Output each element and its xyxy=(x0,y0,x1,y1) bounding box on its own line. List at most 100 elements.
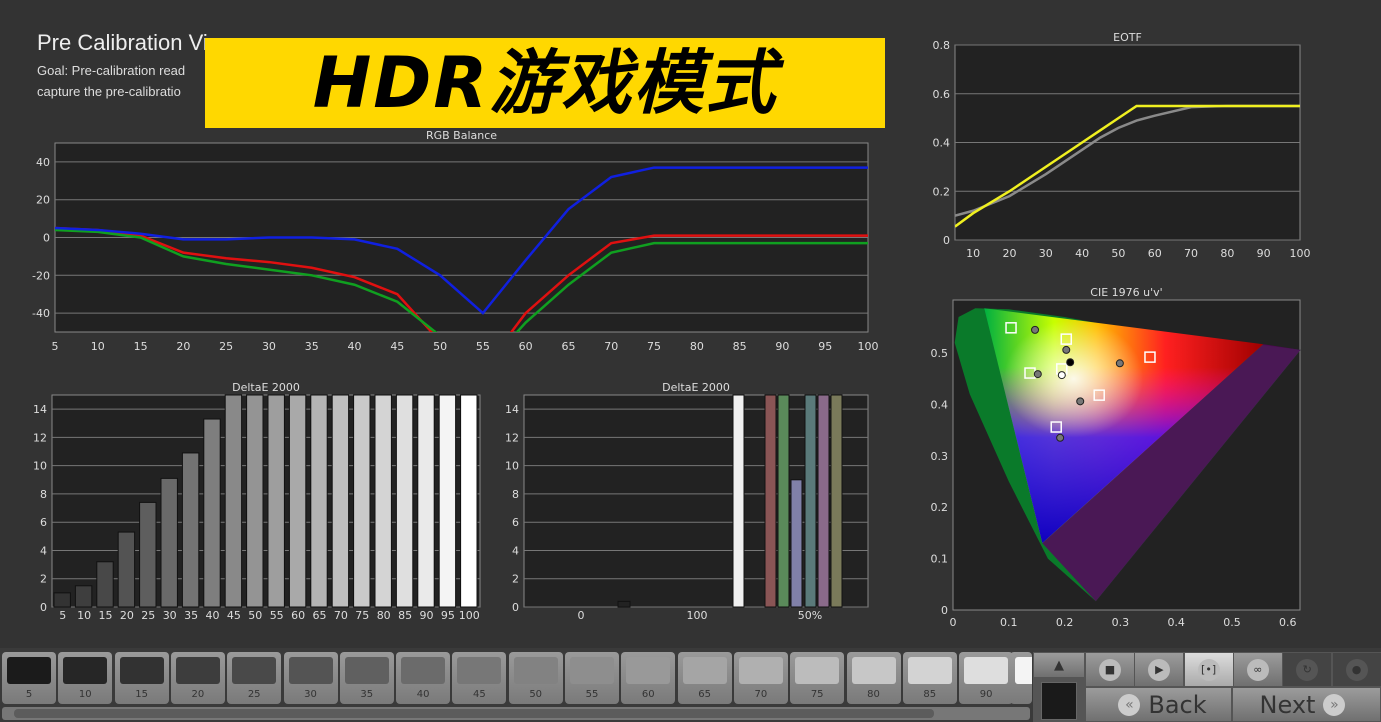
single-read-button[interactable]: [•] xyxy=(1184,652,1234,687)
x-tick-label: 60 xyxy=(1148,247,1162,260)
x-tick-label: 0.2 xyxy=(1056,616,1074,629)
deltae-bar xyxy=(75,586,91,607)
charts-layer: RGB Balance40200-20-40510152025303540455… xyxy=(0,0,1381,648)
y-tick-label: 2 xyxy=(40,573,47,586)
deltae-bar xyxy=(311,395,327,607)
record-button[interactable]: ● xyxy=(1332,652,1381,687)
patch-85[interactable]: 85 xyxy=(903,652,957,704)
y-tick-label: 0 xyxy=(43,232,50,245)
patch-swatch xyxy=(964,657,1008,684)
patch-30[interactable]: 30 xyxy=(284,652,338,704)
y-tick-label: 0.6 xyxy=(933,88,951,101)
x-tick-label: 85 xyxy=(733,340,747,353)
x-tick-label: 80 xyxy=(1220,247,1234,260)
stop-button[interactable]: ■ xyxy=(1085,652,1135,687)
x-tick-label: 25 xyxy=(219,340,233,353)
deltae-bar-magenta xyxy=(818,395,829,607)
patch-25[interactable]: 25 xyxy=(227,652,281,704)
patch-label: 35 xyxy=(340,689,394,700)
patch-swatch xyxy=(908,657,952,684)
x-tick-label: 30 xyxy=(163,609,177,622)
patch-45[interactable]: 45 xyxy=(452,652,506,704)
patch-label: 20 xyxy=(171,689,225,700)
back-button[interactable]: «Back xyxy=(1085,687,1232,722)
x-tick-label: 0 xyxy=(578,609,585,622)
patch-10[interactable]: 10 xyxy=(58,652,112,704)
deltae-bar xyxy=(204,419,220,607)
deltae-bar xyxy=(289,395,305,607)
x-tick-label: 70 xyxy=(604,340,618,353)
x-tick-label: 50 xyxy=(248,609,262,622)
x-tick-label: 50 xyxy=(433,340,447,353)
single-read-icon: [•] xyxy=(1198,659,1220,681)
scrollbar-thumb[interactable] xyxy=(14,709,934,718)
x-tick-label: 15 xyxy=(134,340,148,353)
plot-area xyxy=(52,395,480,607)
chart-title: DeltaE 2000 xyxy=(662,381,730,394)
patch-75[interactable]: 75 xyxy=(790,652,844,704)
patch-60[interactable]: 60 xyxy=(621,652,675,704)
patch-70[interactable]: 70 xyxy=(734,652,788,704)
patch-50[interactable]: 50 xyxy=(509,652,563,704)
patch-swatch xyxy=(63,657,107,684)
play-button[interactable]: ▶ xyxy=(1134,652,1184,687)
next-label: Next xyxy=(1260,691,1316,719)
patch-label: 70 xyxy=(734,689,788,700)
deltae-bar-green xyxy=(778,395,789,607)
deltae-bar xyxy=(54,593,70,607)
x-tick-label: 5 xyxy=(59,609,66,622)
patch-swatch xyxy=(852,657,896,684)
x-tick-label: 75 xyxy=(355,609,369,622)
refresh-button[interactable]: ↻ xyxy=(1282,652,1332,687)
next-button[interactable]: Next » xyxy=(1232,687,1381,722)
x-tick-label: 80 xyxy=(377,609,391,622)
x-tick-label: 40 xyxy=(348,340,362,353)
patch-partial[interactable] xyxy=(1010,652,1032,704)
chart-title: CIE 1976 u'v' xyxy=(1090,286,1162,299)
patch-65[interactable]: 65 xyxy=(678,652,732,704)
x-tick-label: 40 xyxy=(1075,247,1089,260)
deltae-bar xyxy=(396,395,412,607)
x-tick-label: 60 xyxy=(519,340,533,353)
deltae-bar-cyan xyxy=(805,395,816,607)
x-tick-label: 90 xyxy=(775,340,789,353)
patch-15[interactable]: 15 xyxy=(115,652,169,704)
deltae-bar xyxy=(332,395,348,607)
patch-80[interactable]: 80 xyxy=(847,652,901,704)
patch-20[interactable]: 20 xyxy=(171,652,225,704)
patch-90[interactable]: 90 xyxy=(959,652,1013,704)
continuous-button[interactable]: ∞ xyxy=(1233,652,1283,687)
patch-swatch xyxy=(795,657,839,684)
patch-label: 25 xyxy=(227,689,281,700)
x-tick-label: 100 xyxy=(1290,247,1311,260)
y-tick-label: 14 xyxy=(505,403,519,416)
x-tick-label: 0.6 xyxy=(1279,616,1297,629)
x-tick-label: 95 xyxy=(441,609,455,622)
y-tick-label: 0 xyxy=(943,234,950,247)
deltae-bar xyxy=(118,532,134,607)
y-tick-label: 0.1 xyxy=(931,553,949,566)
x-tick-label: 45 xyxy=(390,340,404,353)
patch-55[interactable]: 55 xyxy=(565,652,619,704)
x-tick-label: 5 xyxy=(52,340,59,353)
y-tick-label: 12 xyxy=(505,431,519,444)
y-tick-label: 4 xyxy=(512,544,519,557)
up-button[interactable]: ▲ xyxy=(1033,652,1085,678)
back-chevron-icon: « xyxy=(1118,694,1140,716)
patch-swatch xyxy=(683,657,727,684)
x-tick-label: 25 xyxy=(141,609,155,622)
patch-label: 85 xyxy=(903,689,957,700)
patch-5[interactable]: 5 xyxy=(2,652,56,704)
deltae-bar-black xyxy=(618,601,630,607)
x-tick-label: 75 xyxy=(647,340,661,353)
patch-swatch xyxy=(457,657,501,684)
deltae-bar xyxy=(375,395,391,607)
patch-label: 10 xyxy=(58,689,112,700)
y-tick-label: 0.2 xyxy=(931,501,949,514)
patch-35[interactable]: 35 xyxy=(340,652,394,704)
measured-point xyxy=(1032,326,1039,333)
patch-40[interactable]: 40 xyxy=(396,652,450,704)
patch-swatch xyxy=(7,657,51,684)
next-chevron-icon: » xyxy=(1323,694,1345,716)
measured-point xyxy=(1067,359,1074,366)
